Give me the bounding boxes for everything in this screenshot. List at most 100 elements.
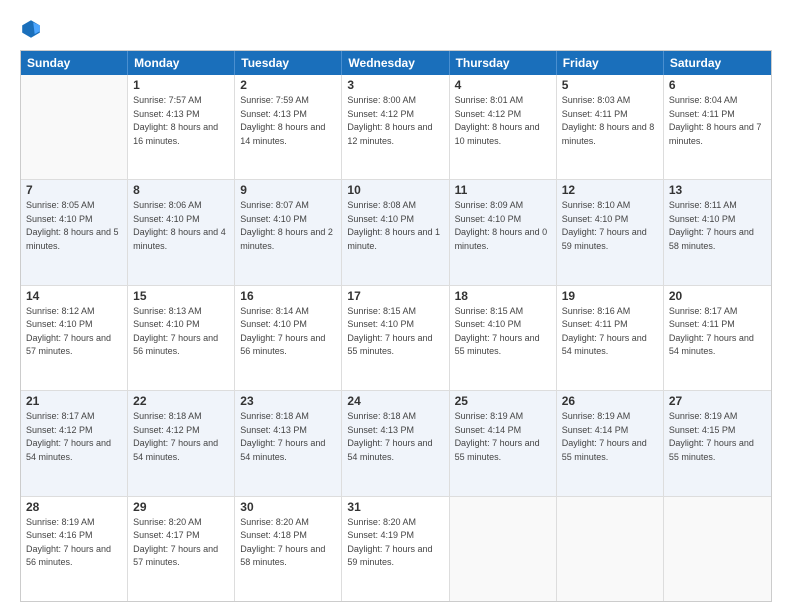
calendar-cell: 23 Sunrise: 8:18 AMSunset: 4:13 PMDayligh… xyxy=(235,391,342,495)
day-number: 5 xyxy=(562,78,658,92)
page: SundayMondayTuesdayWednesdayThursdayFrid… xyxy=(0,0,792,612)
day-info: Sunrise: 8:20 AMSunset: 4:19 PMDaylight:… xyxy=(347,516,443,570)
header xyxy=(20,18,772,40)
logo-icon xyxy=(20,18,42,40)
day-number: 4 xyxy=(455,78,551,92)
day-info: Sunrise: 8:15 AMSunset: 4:10 PMDaylight:… xyxy=(455,305,551,359)
calendar-cell: 5 Sunrise: 8:03 AMSunset: 4:11 PMDaylight… xyxy=(557,75,664,179)
calendar-cell: 2 Sunrise: 7:59 AMSunset: 4:13 PMDaylight… xyxy=(235,75,342,179)
day-info: Sunrise: 8:16 AMSunset: 4:11 PMDaylight:… xyxy=(562,305,658,359)
calendar-cell xyxy=(557,497,664,601)
calendar-cell: 31 Sunrise: 8:20 AMSunset: 4:19 PMDayligh… xyxy=(342,497,449,601)
calendar-cell: 15 Sunrise: 8:13 AMSunset: 4:10 PMDayligh… xyxy=(128,286,235,390)
day-info: Sunrise: 8:20 AMSunset: 4:18 PMDaylight:… xyxy=(240,516,336,570)
calendar-cell: 24 Sunrise: 8:18 AMSunset: 4:13 PMDayligh… xyxy=(342,391,449,495)
weekday-header: Wednesday xyxy=(342,51,449,75)
day-info: Sunrise: 8:17 AMSunset: 4:12 PMDaylight:… xyxy=(26,410,122,464)
day-info: Sunrise: 8:00 AMSunset: 4:12 PMDaylight:… xyxy=(347,94,443,148)
calendar-cell: 18 Sunrise: 8:15 AMSunset: 4:10 PMDayligh… xyxy=(450,286,557,390)
day-info: Sunrise: 7:59 AMSunset: 4:13 PMDaylight:… xyxy=(240,94,336,148)
calendar-row: 7 Sunrise: 8:05 AMSunset: 4:10 PMDaylight… xyxy=(21,180,771,285)
day-number: 7 xyxy=(26,183,122,197)
calendar-cell xyxy=(664,497,771,601)
day-number: 2 xyxy=(240,78,336,92)
day-number: 1 xyxy=(133,78,229,92)
day-info: Sunrise: 8:19 AMSunset: 4:15 PMDaylight:… xyxy=(669,410,766,464)
calendar-cell: 28 Sunrise: 8:19 AMSunset: 4:16 PMDayligh… xyxy=(21,497,128,601)
day-number: 31 xyxy=(347,500,443,514)
calendar-cell: 10Sunrise: 8:08 AMSunset: 4:10 PMDayligh… xyxy=(342,180,449,284)
day-number: 24 xyxy=(347,394,443,408)
calendar-cell: 30 Sunrise: 8:20 AMSunset: 4:18 PMDayligh… xyxy=(235,497,342,601)
day-info: Sunrise: 8:08 AMSunset: 4:10 PMDaylight:… xyxy=(347,199,443,253)
day-info: Sunrise: 8:10 AMSunset: 4:10 PMDaylight:… xyxy=(562,199,658,253)
day-number: 30 xyxy=(240,500,336,514)
day-number: 23 xyxy=(240,394,336,408)
calendar-cell: 25 Sunrise: 8:19 AMSunset: 4:14 PMDayligh… xyxy=(450,391,557,495)
day-number: 11 xyxy=(455,183,551,197)
calendar: SundayMondayTuesdayWednesdayThursdayFrid… xyxy=(20,50,772,602)
day-info: Sunrise: 8:09 AMSunset: 4:10 PMDaylight:… xyxy=(455,199,551,253)
day-number: 12 xyxy=(562,183,658,197)
day-number: 9 xyxy=(240,183,336,197)
day-number: 17 xyxy=(347,289,443,303)
day-number: 15 xyxy=(133,289,229,303)
calendar-cell: 26Sunrise: 8:19 AMSunset: 4:14 PMDayligh… xyxy=(557,391,664,495)
calendar-cell: 19 Sunrise: 8:16 AMSunset: 4:11 PMDayligh… xyxy=(557,286,664,390)
day-info: Sunrise: 8:18 AMSunset: 4:13 PMDaylight:… xyxy=(240,410,336,464)
calendar-cell: 20 Sunrise: 8:17 AMSunset: 4:11 PMDayligh… xyxy=(664,286,771,390)
day-info: Sunrise: 8:19 AMSunset: 4:14 PMDaylight:… xyxy=(455,410,551,464)
day-number: 27 xyxy=(669,394,766,408)
calendar-body: 1 Sunrise: 7:57 AMSunset: 4:13 PMDaylight… xyxy=(21,75,771,601)
calendar-cell: 16 Sunrise: 8:14 AMSunset: 4:10 PMDayligh… xyxy=(235,286,342,390)
day-number: 3 xyxy=(347,78,443,92)
calendar-cell: 3 Sunrise: 8:00 AMSunset: 4:12 PMDaylight… xyxy=(342,75,449,179)
calendar-cell: 7 Sunrise: 8:05 AMSunset: 4:10 PMDaylight… xyxy=(21,180,128,284)
day-info: Sunrise: 8:04 AMSunset: 4:11 PMDaylight:… xyxy=(669,94,766,148)
day-number: 20 xyxy=(669,289,766,303)
day-info: Sunrise: 8:03 AMSunset: 4:11 PMDaylight:… xyxy=(562,94,658,148)
day-info: Sunrise: 8:15 AMSunset: 4:10 PMDaylight:… xyxy=(347,305,443,359)
day-info: Sunrise: 8:12 AMSunset: 4:10 PMDaylight:… xyxy=(26,305,122,359)
calendar-cell xyxy=(450,497,557,601)
calendar-cell: 29Sunrise: 8:20 AMSunset: 4:17 PMDayligh… xyxy=(128,497,235,601)
day-number: 18 xyxy=(455,289,551,303)
calendar-cell xyxy=(21,75,128,179)
calendar-cell: 13Sunrise: 8:11 AMSunset: 4:10 PMDayligh… xyxy=(664,180,771,284)
calendar-row: 1 Sunrise: 7:57 AMSunset: 4:13 PMDaylight… xyxy=(21,75,771,180)
calendar-row: 28 Sunrise: 8:19 AMSunset: 4:16 PMDayligh… xyxy=(21,497,771,601)
calendar-cell: 14 Sunrise: 8:12 AMSunset: 4:10 PMDayligh… xyxy=(21,286,128,390)
day-number: 29 xyxy=(133,500,229,514)
calendar-cell: 27 Sunrise: 8:19 AMSunset: 4:15 PMDayligh… xyxy=(664,391,771,495)
weekday-header: Tuesday xyxy=(235,51,342,75)
day-info: Sunrise: 8:01 AMSunset: 4:12 PMDaylight:… xyxy=(455,94,551,148)
weekday-header: Thursday xyxy=(450,51,557,75)
day-number: 25 xyxy=(455,394,551,408)
day-number: 16 xyxy=(240,289,336,303)
day-info: Sunrise: 8:14 AMSunset: 4:10 PMDaylight:… xyxy=(240,305,336,359)
day-number: 13 xyxy=(669,183,766,197)
calendar-cell: 6Sunrise: 8:04 AMSunset: 4:11 PMDaylight… xyxy=(664,75,771,179)
day-number: 19 xyxy=(562,289,658,303)
calendar-row: 14 Sunrise: 8:12 AMSunset: 4:10 PMDayligh… xyxy=(21,286,771,391)
calendar-cell: 22Sunrise: 8:18 AMSunset: 4:12 PMDayligh… xyxy=(128,391,235,495)
day-info: Sunrise: 8:18 AMSunset: 4:13 PMDaylight:… xyxy=(347,410,443,464)
calendar-cell: 17 Sunrise: 8:15 AMSunset: 4:10 PMDayligh… xyxy=(342,286,449,390)
day-number: 28 xyxy=(26,500,122,514)
day-number: 22 xyxy=(133,394,229,408)
day-info: Sunrise: 8:19 AMSunset: 4:16 PMDaylight:… xyxy=(26,516,122,570)
weekday-header: Saturday xyxy=(664,51,771,75)
calendar-cell: 1 Sunrise: 7:57 AMSunset: 4:13 PMDaylight… xyxy=(128,75,235,179)
calendar-cell: 4 Sunrise: 8:01 AMSunset: 4:12 PMDaylight… xyxy=(450,75,557,179)
day-info: Sunrise: 8:05 AMSunset: 4:10 PMDaylight:… xyxy=(26,199,122,253)
calendar-cell: 12 Sunrise: 8:10 AMSunset: 4:10 PMDayligh… xyxy=(557,180,664,284)
day-info: Sunrise: 8:07 AMSunset: 4:10 PMDaylight:… xyxy=(240,199,336,253)
day-number: 14 xyxy=(26,289,122,303)
day-info: Sunrise: 8:13 AMSunset: 4:10 PMDaylight:… xyxy=(133,305,229,359)
weekday-header: Monday xyxy=(128,51,235,75)
day-info: Sunrise: 8:17 AMSunset: 4:11 PMDaylight:… xyxy=(669,305,766,359)
day-number: 26 xyxy=(562,394,658,408)
day-info: Sunrise: 7:57 AMSunset: 4:13 PMDaylight:… xyxy=(133,94,229,148)
calendar-row: 21 Sunrise: 8:17 AMSunset: 4:12 PMDayligh… xyxy=(21,391,771,496)
day-number: 21 xyxy=(26,394,122,408)
